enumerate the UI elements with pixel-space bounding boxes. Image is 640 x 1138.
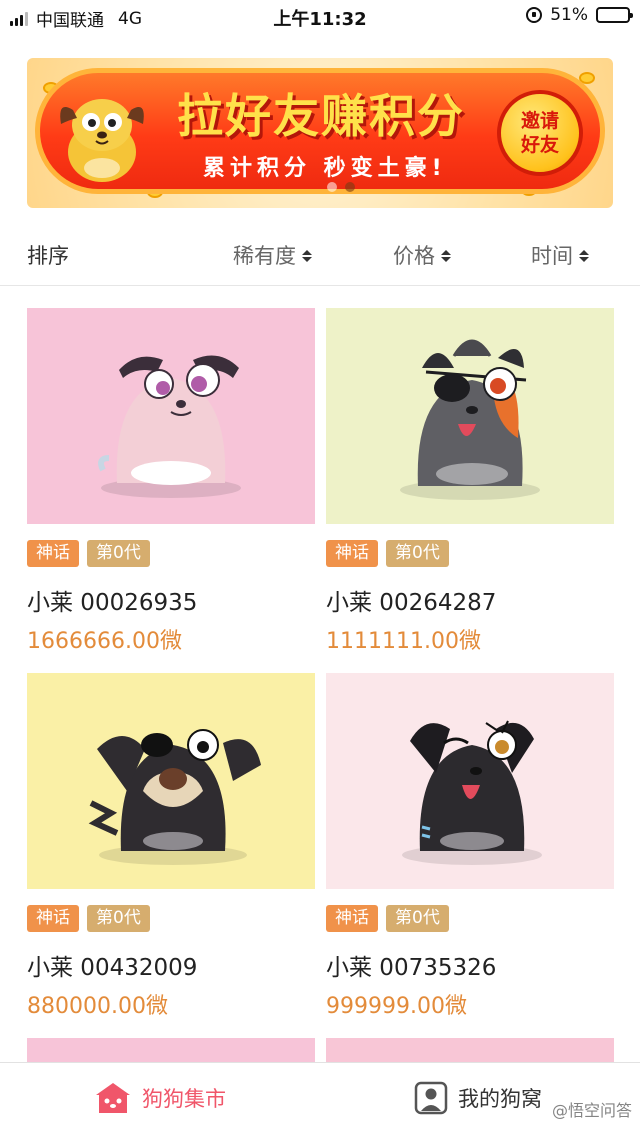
dog-card-partial[interactable] xyxy=(326,1038,614,1062)
dog-image xyxy=(27,673,315,889)
dog-mascot-icon xyxy=(60,99,144,182)
watermark: @悟空问答 xyxy=(551,1101,632,1120)
sort-option-label: 时间 xyxy=(531,244,573,268)
carousel-dot[interactable] xyxy=(345,182,355,192)
dog-image xyxy=(326,308,614,524)
dog-card-partial[interactable] xyxy=(27,1038,315,1062)
sort-by-time[interactable]: 时间 xyxy=(531,240,589,270)
dog-image xyxy=(27,308,315,524)
sort-by-rarity[interactable]: 稀有度 xyxy=(233,240,312,270)
dog-price: 999999.00微 xyxy=(326,994,467,1019)
banner-subtitle: 累计积分 秒变土豪! xyxy=(203,156,447,181)
carousel-indicator xyxy=(327,182,355,192)
dog-name: 小莱 00264287 xyxy=(326,590,497,616)
carousel-dot[interactable] xyxy=(327,182,337,192)
dog-price: 1666666.00微 xyxy=(27,629,182,654)
sort-caret-icon xyxy=(579,250,589,262)
tab-my-kennel[interactable]: 我的狗窝 xyxy=(414,1081,542,1115)
rarity-tag: 神话 xyxy=(326,905,378,932)
dog-name: 小莱 00432009 xyxy=(27,955,198,981)
dog-image xyxy=(326,673,614,889)
promo-banner[interactable]: 拉好友赚积分 累计积分 秒变土豪! 邀请好友 xyxy=(27,58,613,208)
tab-label: 我的狗窝 xyxy=(458,1087,542,1111)
battery-icon xyxy=(596,7,633,23)
dog-house-icon xyxy=(96,1083,130,1113)
dog-name: 小莱 00735326 xyxy=(326,955,497,981)
rarity-tag: 神话 xyxy=(27,540,79,567)
sort-label: 排序 xyxy=(27,244,69,268)
battery-percent: 51% xyxy=(550,5,588,25)
invite-friends-label: 邀请好友 xyxy=(520,110,559,156)
rarity-tag: 神话 xyxy=(27,905,79,932)
dog-illustration-icon xyxy=(88,729,261,865)
card-tags: 神话 第0代 xyxy=(27,540,150,567)
dog-price: 1111111.00微 xyxy=(326,629,481,654)
status-bar: 中国联通 4G 上午11:32 51% xyxy=(0,0,640,32)
sort-caret-icon xyxy=(302,250,312,262)
rarity-tag: 神话 xyxy=(326,540,378,567)
tab-label: 狗狗集市 xyxy=(142,1087,226,1111)
card-tags: 神话 第0代 xyxy=(326,905,449,932)
card-tags: 神话 第0代 xyxy=(326,540,449,567)
dog-illustration-icon xyxy=(98,355,241,498)
dog-illustration-icon xyxy=(402,720,542,865)
dog-card[interactable]: 神话 第0代 小莱 00264287 1111111.00微 xyxy=(326,308,614,654)
generation-tag: 第0代 xyxy=(87,905,150,932)
dog-illustration-icon xyxy=(400,339,540,500)
sort-by-price[interactable]: 价格 xyxy=(393,240,451,270)
generation-tag: 第0代 xyxy=(386,540,449,567)
dog-card[interactable]: 神话 第0代 小莱 00735326 999999.00微 xyxy=(326,673,614,1019)
profile-icon xyxy=(414,1081,448,1115)
generation-tag: 第0代 xyxy=(386,905,449,932)
dog-card[interactable]: 神话 第0代 小莱 00026935 1666666.00微 xyxy=(27,308,315,654)
dog-card[interactable]: 神话 第0代 小莱 00432009 880000.00微 xyxy=(27,673,315,1019)
rotation-lock-icon xyxy=(526,7,543,23)
sort-bar: 排序 稀有度 价格 时间 xyxy=(0,222,640,286)
card-tags: 神话 第0代 xyxy=(27,905,150,932)
sort-caret-icon xyxy=(441,250,451,262)
sort-option-label: 稀有度 xyxy=(233,244,296,268)
dog-price: 880000.00微 xyxy=(27,994,168,1019)
generation-tag: 第0代 xyxy=(87,540,150,567)
bottom-nav: 狗狗集市 我的狗窝 @悟空问答 xyxy=(0,1062,640,1138)
dog-name: 小莱 00026935 xyxy=(27,590,198,616)
banner-title: 拉好友赚积分 xyxy=(177,89,465,143)
invite-friends-button[interactable]: 邀请好友 xyxy=(497,90,583,176)
sort-option-label: 价格 xyxy=(393,244,435,268)
status-right: 51% xyxy=(526,5,633,25)
tab-dog-market[interactable]: 狗狗集市 xyxy=(94,1081,226,1115)
